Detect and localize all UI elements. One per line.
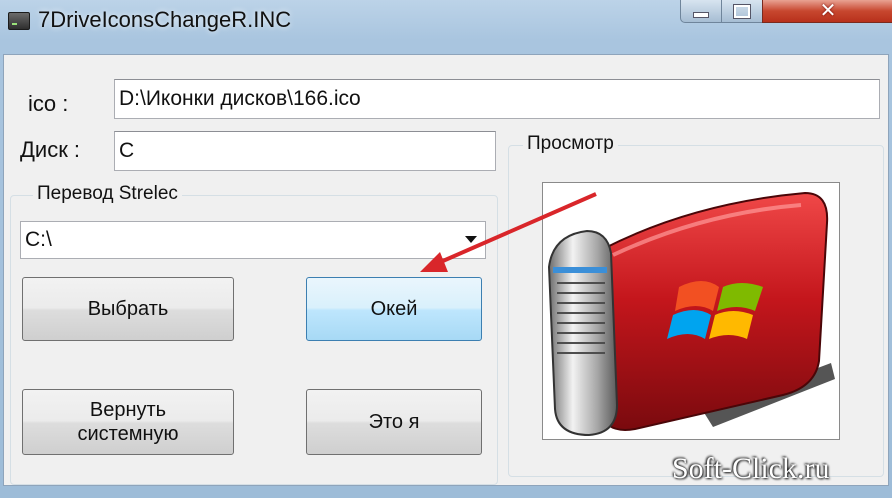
close-icon: ✕ xyxy=(819,0,837,22)
dropdown-arrow-icon[interactable] xyxy=(465,236,477,243)
minimize-button[interactable] xyxy=(680,0,722,23)
maximize-icon xyxy=(733,3,751,19)
maximize-button[interactable] xyxy=(721,0,763,23)
ico-label: ico : xyxy=(28,91,69,116)
minimize-icon xyxy=(693,12,709,18)
preview-group-legend: Просмотр xyxy=(523,133,618,155)
drive-preview-image xyxy=(542,182,840,440)
app-window: 7DriveIconsChangeR.INC ✕ ico : D:\Иконки… xyxy=(0,0,892,498)
restore-system-icon-button[interactable]: Вернуть системную xyxy=(22,389,234,455)
about-button[interactable]: Это я xyxy=(306,389,482,455)
disk-label: Диск : xyxy=(20,137,81,162)
drive-select-value: C:\ xyxy=(25,228,52,251)
choose-button[interactable]: Выбрать xyxy=(22,277,234,341)
drive-select[interactable]: C:\ xyxy=(20,221,486,259)
ok-button[interactable]: Окей xyxy=(306,277,482,341)
restore-button-line1: Вернуть xyxy=(89,399,167,421)
window-title: 7DriveIconsChangeR.INC xyxy=(38,7,292,32)
restore-button-line2: системную xyxy=(77,423,179,445)
watermark-text: Soft-Click.ru xyxy=(672,452,830,485)
ico-path-input[interactable]: D:\Иконки дисков\166.ico xyxy=(114,79,880,119)
drive-app-icon xyxy=(8,12,30,30)
disk-letter-input[interactable]: C xyxy=(114,131,496,171)
close-button[interactable]: ✕ xyxy=(762,0,892,23)
translation-group-legend: Перевод Strelec xyxy=(33,183,182,205)
title-bar[interactable]: 7DriveIconsChangeR.INC ✕ xyxy=(0,0,892,44)
external-drive-icon xyxy=(547,191,835,437)
